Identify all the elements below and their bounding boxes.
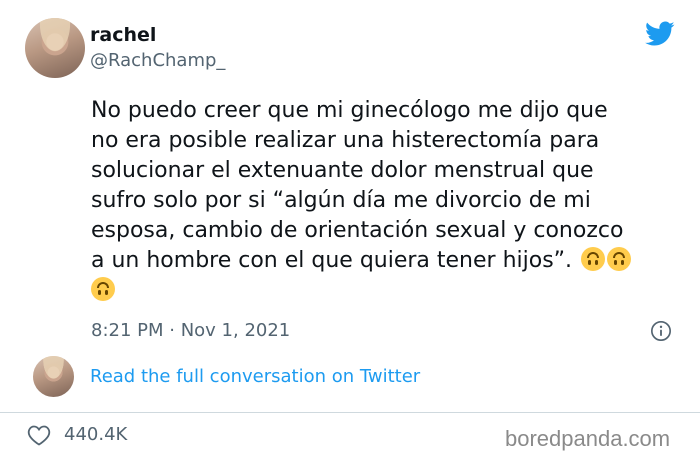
tweet-line-text: a un hombre con el que quiera tener hijo… [91, 248, 573, 273]
tweet-line-emoji [91, 276, 691, 306]
like-count[interactable]: 440.4K [64, 424, 127, 445]
upside-down-face-icon [91, 277, 115, 301]
tweet-text: No puedo creer que mi ginecólogo me dijo… [91, 96, 691, 306]
info-icon[interactable] [650, 320, 672, 342]
tweet-line: sufro solo por si “algún día me divorcio… [91, 188, 591, 213]
upside-down-face-icon [581, 247, 606, 271]
tweet-line: solucionar el extenuante dolor menstrual… [91, 158, 594, 183]
divider [0, 412, 700, 413]
tweet-line: esposa, cambio de orientación sexual y c… [91, 218, 624, 243]
author-avatar[interactable] [25, 18, 85, 78]
author-name[interactable]: rachel [90, 24, 156, 46]
conversation-avatar[interactable] [33, 356, 74, 397]
avatar-hair [25, 18, 85, 78]
read-conversation-link[interactable]: Read the full conversation on Twitter [90, 366, 420, 387]
upside-down-face-icon [607, 247, 632, 271]
twitter-bird-icon[interactable] [645, 21, 675, 47]
tweet-line: No puedo creer que mi ginecólogo me dijo… [91, 98, 608, 123]
heart-icon[interactable] [27, 424, 51, 446]
avatar-hair [33, 356, 74, 397]
tweet-timestamp[interactable]: 8:21 PM · Nov 1, 2021 [91, 320, 290, 341]
tweet-line: no era posible realizar una histerectomí… [91, 128, 600, 153]
boredpanda-watermark: boredpanda.com [505, 426, 671, 451]
tweet-line-with-emoji: a un hombre con el que quiera tener hijo… [91, 246, 691, 276]
author-handle[interactable]: @RachChamp_ [90, 50, 225, 71]
